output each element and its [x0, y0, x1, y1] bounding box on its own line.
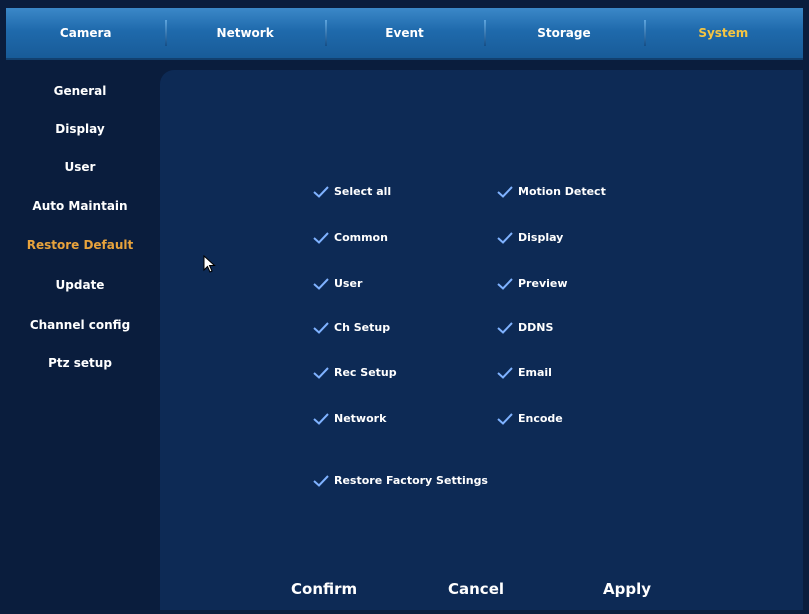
option-label: Ch Setup	[334, 321, 391, 334]
option-restore-factory-settings[interactable]: Restore Factory Settings	[313, 474, 488, 487]
option-user[interactable]: User	[313, 277, 362, 290]
option-encode[interactable]: Encode	[497, 412, 563, 425]
checkmark-icon	[497, 412, 513, 425]
option-preview[interactable]: Preview	[497, 277, 568, 290]
checkmark-icon	[497, 321, 513, 334]
option-common[interactable]: Common	[313, 231, 388, 244]
option-select-all[interactable]: Select all	[313, 185, 391, 198]
tab-event[interactable]: Event	[324, 8, 484, 58]
tab-system[interactable]: System	[643, 8, 803, 58]
option-label: Rec Setup	[334, 366, 397, 379]
checkmark-icon	[497, 366, 513, 379]
option-display[interactable]: Display	[497, 231, 563, 244]
option-label: User	[334, 277, 363, 290]
sidebar-item-ptz-setup[interactable]: Ptz setup	[0, 356, 160, 370]
sidebar-item-auto-maintain[interactable]: Auto Maintain	[0, 199, 160, 213]
option-label: Motion Detect	[518, 185, 606, 198]
checkmark-icon	[313, 277, 329, 290]
tab-storage[interactable]: Storage	[484, 8, 643, 58]
sidebar-item-general[interactable]: General	[0, 84, 160, 98]
option-motion-detect[interactable]: Motion Detect	[497, 185, 606, 198]
apply-button[interactable]: Apply	[603, 580, 651, 598]
option-ddns[interactable]: DDNS	[497, 321, 553, 334]
cancel-button[interactable]: Cancel	[448, 580, 504, 598]
tab-network[interactable]: Network	[165, 8, 324, 58]
checkmark-icon	[497, 277, 513, 290]
restore-default-screen: Camera Network Event Storage System Gene…	[0, 0, 809, 614]
top-tab-bar: Camera Network Event Storage System	[6, 8, 803, 60]
option-label: Select all	[334, 185, 392, 198]
mouse-pointer-icon	[203, 254, 217, 273]
option-label: Restore Factory Settings	[334, 474, 488, 487]
option-rec-setup[interactable]: Rec Setup	[313, 366, 397, 379]
option-label: Preview	[518, 277, 568, 290]
option-label: Display	[518, 231, 564, 244]
tab-camera[interactable]: Camera	[6, 8, 165, 58]
option-label: Email	[518, 366, 552, 379]
checkmark-icon	[313, 412, 329, 425]
confirm-button[interactable]: Confirm	[291, 580, 357, 598]
sidebar-item-display[interactable]: Display	[0, 122, 160, 136]
option-ch-setup[interactable]: Ch Setup	[313, 321, 390, 334]
option-email[interactable]: Email	[497, 366, 552, 379]
checkmark-icon	[497, 185, 513, 198]
option-label: Common	[334, 231, 388, 244]
option-label: Encode	[518, 412, 563, 425]
sidebar-item-user[interactable]: User	[0, 160, 160, 174]
sidebar-item-channel-config[interactable]: Channel config	[0, 318, 160, 332]
checkmark-icon	[313, 366, 329, 379]
restore-panel	[160, 70, 803, 610]
option-network[interactable]: Network	[313, 412, 386, 425]
checkmark-icon	[497, 231, 513, 244]
option-label: Network	[334, 412, 387, 425]
sidebar: General Display User Auto Maintain Resto…	[0, 62, 160, 614]
checkmark-icon	[313, 185, 329, 198]
checkmark-icon	[313, 231, 329, 244]
option-label: DDNS	[518, 321, 554, 334]
checkmark-icon	[313, 321, 329, 334]
checkmark-icon	[313, 474, 329, 487]
sidebar-item-restore-default[interactable]: Restore Default	[0, 238, 160, 252]
sidebar-item-update[interactable]: Update	[0, 278, 160, 292]
